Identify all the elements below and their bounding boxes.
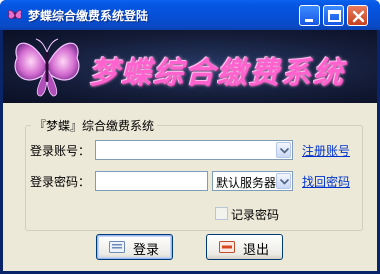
exit-icon [219, 241, 235, 253]
chevron-down-icon [280, 179, 289, 185]
maximize-icon [328, 10, 341, 22]
close-button[interactable] [347, 5, 368, 26]
butterfly-icon [8, 9, 22, 20]
window-title: 梦蝶综合缴费系统登陆 [28, 9, 149, 23]
butterfly-logo [14, 38, 80, 97]
login-button[interactable]: 登录 [96, 234, 173, 260]
recover-password-link[interactable]: 找回密码 [302, 173, 350, 190]
close-icon [352, 10, 365, 23]
title-bar[interactable]: 梦蝶综合缴费系统登陆 [0, 0, 380, 30]
maximize-button[interactable] [323, 5, 344, 26]
chevron-down-icon [280, 148, 289, 154]
exit-button[interactable]: 退出 [206, 234, 283, 260]
header-banner: 梦蝶综合缴费系统 [3, 30, 377, 103]
remember-password-checkbox[interactable] [215, 207, 228, 220]
server-dropdown-button[interactable] [276, 173, 291, 189]
minimize-icon [305, 19, 313, 22]
account-combobox[interactable] [95, 140, 293, 160]
login-icon [109, 241, 125, 253]
login-button-label: 登录 [133, 243, 160, 258]
group-title: 『梦蝶』综合缴费系统 [31, 117, 158, 134]
window-body: 梦蝶综合缴费系统 『梦蝶』综合缴费系统 登录账号： 注册账号 登录密码： 默认服… [3, 30, 377, 271]
minimize-button[interactable] [299, 5, 320, 26]
account-label: 登录账号： [30, 144, 91, 158]
banner-title: 梦蝶综合缴费系统 [89, 56, 345, 91]
server-value: 默认服务器 [216, 176, 277, 190]
password-field[interactable] [95, 171, 208, 191]
register-account-link[interactable]: 注册账号 [302, 142, 350, 159]
exit-button-label: 退出 [243, 243, 270, 258]
server-select[interactable]: 默认服务器 [212, 171, 293, 191]
remember-password-label[interactable]: 记录密码 [231, 206, 279, 223]
password-label: 登录密码： [30, 175, 91, 189]
account-dropdown-button[interactable] [276, 142, 291, 158]
login-window: 梦蝶综合缴费系统登陆 梦蝶综合缴费系统 『梦蝶』综合缴费系统 登录账号： 注册账… [0, 0, 380, 274]
